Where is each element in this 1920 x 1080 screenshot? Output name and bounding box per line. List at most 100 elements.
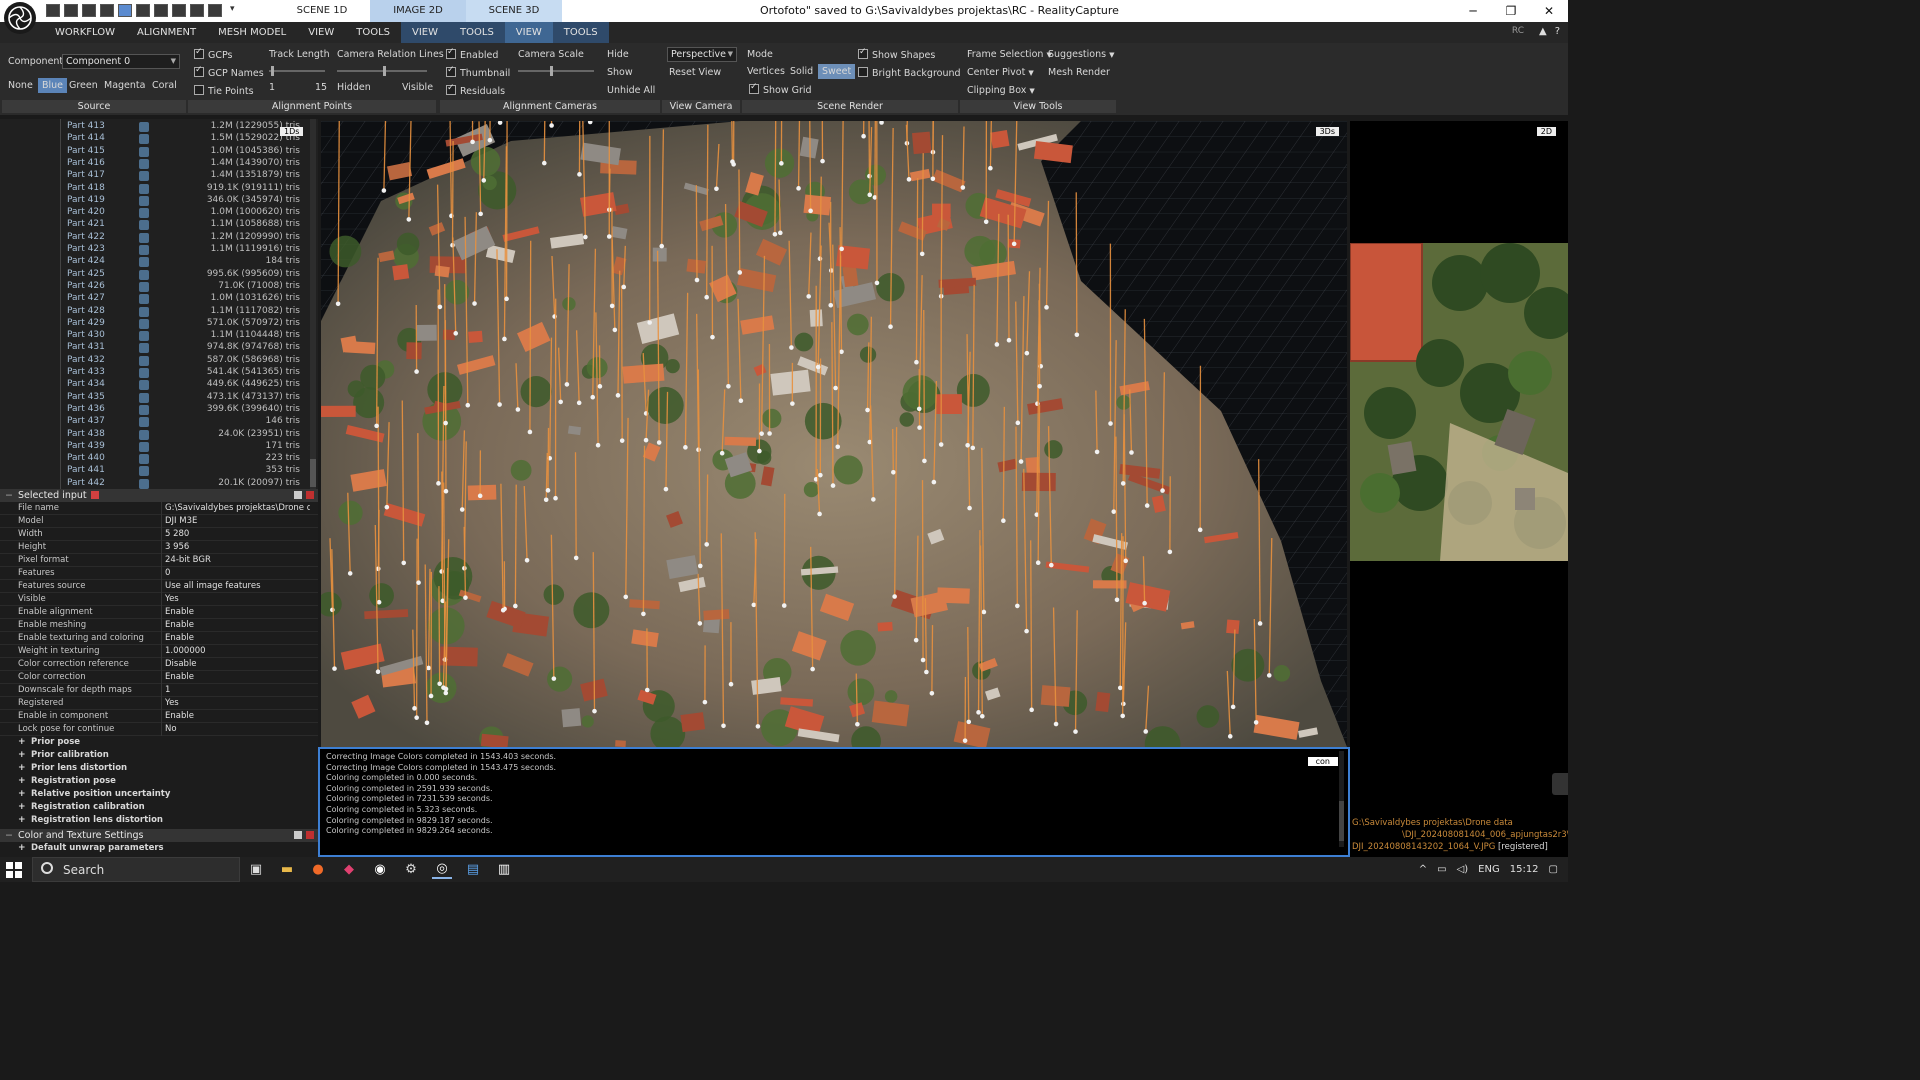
part-row[interactable]: Part 440 223 tris: [0, 453, 310, 465]
eye-icon[interactable]: [139, 134, 149, 145]
clock[interactable]: 15:12: [1510, 864, 1539, 875]
camera-marker[interactable]: [830, 483, 836, 488]
camera-marker[interactable]: [778, 230, 783, 236]
camera-marker[interactable]: [1129, 450, 1134, 455]
camera-marker[interactable]: [967, 505, 972, 511]
camera-marker[interactable]: [515, 407, 521, 412]
scrollbar-thumb[interactable]: [310, 459, 316, 487]
eye-icon[interactable]: [139, 306, 149, 317]
thumbnail-checkbox[interactable]: Thumbnail: [446, 65, 510, 79]
tab-tools-3d[interactable]: TOOLS: [552, 22, 609, 43]
camera-marker[interactable]: [443, 690, 449, 696]
camera-marker[interactable]: [818, 472, 823, 478]
camera-marker[interactable]: [865, 407, 870, 413]
camera-marker[interactable]: [704, 542, 710, 547]
show-button[interactable]: Show: [607, 67, 633, 78]
property-section[interactable]: Registration lens distortion: [0, 814, 318, 827]
help-icon[interactable]: ?: [1555, 26, 1560, 37]
part-row[interactable]: Part 419 346.0K (345974) tris: [0, 195, 310, 207]
property-value[interactable]: DJI M3E: [165, 515, 310, 528]
camera-marker[interactable]: [737, 270, 743, 275]
part-row[interactable]: Part 431 974.8K (974768) tris: [0, 342, 310, 354]
camera-marker[interactable]: [441, 685, 446, 690]
camera-marker[interactable]: [759, 431, 764, 436]
eye-icon[interactable]: [139, 208, 149, 219]
camera-marker[interactable]: [704, 294, 709, 300]
part-row[interactable]: Part 432 587.0K (586968) tris: [0, 355, 310, 367]
part-row[interactable]: Part 429 571.0K (570972) tris: [0, 318, 310, 330]
camera-marker[interactable]: [929, 690, 935, 696]
part-row[interactable]: Part 420 1.0M (1000620) tris: [0, 207, 310, 219]
camera-marker[interactable]: [839, 246, 844, 252]
camera-marker[interactable]: [983, 219, 989, 225]
property-row[interactable]: File name G:\Savivaldybes projektas\Drone…: [0, 502, 318, 515]
camera-marker[interactable]: [543, 497, 549, 503]
slider-knob[interactable]: [383, 66, 386, 76]
property-row[interactable]: Height 3 956: [0, 541, 318, 554]
property-section[interactable]: Registration calibration: [0, 801, 318, 814]
camera-marker[interactable]: [406, 217, 412, 222]
eye-icon[interactable]: [139, 466, 149, 477]
camera-marker[interactable]: [820, 158, 825, 164]
camera-marker[interactable]: [428, 693, 434, 699]
property-value[interactable]: Enable: [165, 606, 310, 619]
eye-icon[interactable]: [139, 404, 149, 415]
camera-marker[interactable]: [755, 724, 761, 729]
quick-access-dropdown-icon[interactable]: ▾: [230, 4, 235, 17]
show-shapes-checkbox[interactable]: Show Shapes: [858, 47, 935, 61]
camera-marker[interactable]: [1123, 558, 1128, 564]
camera-marker[interactable]: [1015, 603, 1020, 609]
camera-marker[interactable]: [414, 369, 419, 374]
part-row[interactable]: Part 433 541.4K (541365) tris: [0, 367, 310, 379]
eye-icon[interactable]: [139, 355, 149, 366]
tab-view-3d[interactable]: VIEW: [504, 22, 553, 43]
camera-marker[interactable]: [553, 495, 558, 501]
windows-start-icon[interactable]: [6, 862, 22, 878]
part-row[interactable]: Part 413 1.2M (1229055) tris: [0, 121, 310, 133]
property-value[interactable]: Yes: [165, 697, 310, 710]
property-value[interactable]: Yes: [165, 593, 310, 606]
camera-marker[interactable]: [374, 423, 379, 429]
camera-marker[interactable]: [502, 336, 507, 342]
property-value[interactable]: 1: [165, 684, 310, 697]
property-value[interactable]: Enable: [165, 710, 310, 723]
camera-marker[interactable]: [1120, 713, 1126, 719]
eye-icon[interactable]: [139, 429, 149, 440]
eye-icon[interactable]: [139, 183, 149, 194]
enabled-checkbox[interactable]: Enabled: [446, 47, 498, 61]
camera-marker[interactable]: [436, 481, 441, 486]
layout-7-icon[interactable]: [154, 4, 168, 17]
part-row[interactable]: Part 422 1.2M (1209990) tris: [0, 232, 310, 244]
camera-marker[interactable]: [1117, 685, 1123, 691]
camera-marker[interactable]: [1108, 421, 1113, 426]
eye-icon[interactable]: [139, 195, 149, 206]
camera-marker[interactable]: [1120, 481, 1126, 486]
camera-marker[interactable]: [976, 710, 981, 715]
close-button[interactable]: ✕: [1530, 0, 1568, 22]
property-row[interactable]: Color correction Enable: [0, 671, 318, 684]
eye-icon[interactable]: [139, 171, 149, 182]
suggestions-button[interactable]: Suggestions ▼: [1048, 49, 1114, 60]
camera-marker[interactable]: [1015, 420, 1021, 426]
camera-marker[interactable]: [443, 488, 449, 494]
camera-marker[interactable]: [751, 602, 757, 608]
slider-knob[interactable]: [271, 66, 274, 76]
property-row[interactable]: Model DJI M3E: [0, 515, 318, 528]
camera-marker[interactable]: [1011, 241, 1017, 247]
camera-marker[interactable]: [938, 442, 944, 447]
camera-marker[interactable]: [808, 208, 813, 214]
property-section[interactable]: Relative position uncertainty: [0, 788, 318, 801]
camera-marker[interactable]: [401, 560, 407, 566]
camera-marker[interactable]: [381, 188, 387, 193]
camera-marker[interactable]: [930, 176, 936, 182]
camera-marker[interactable]: [1053, 721, 1059, 727]
camera-marker[interactable]: [1227, 734, 1233, 739]
tie-points-checkbox[interactable]: Tie Points: [194, 85, 254, 97]
camera-marker[interactable]: [988, 165, 993, 171]
camera-relation-slider[interactable]: [337, 66, 427, 76]
camera-marker[interactable]: [694, 277, 700, 283]
property-row[interactable]: Weight in texturing 1.000000: [0, 645, 318, 658]
layout-4-icon[interactable]: [100, 4, 114, 17]
tab-mesh-model[interactable]: MESH MODEL: [207, 22, 297, 43]
view-badge-2d[interactable]: 2D: [1536, 127, 1556, 136]
